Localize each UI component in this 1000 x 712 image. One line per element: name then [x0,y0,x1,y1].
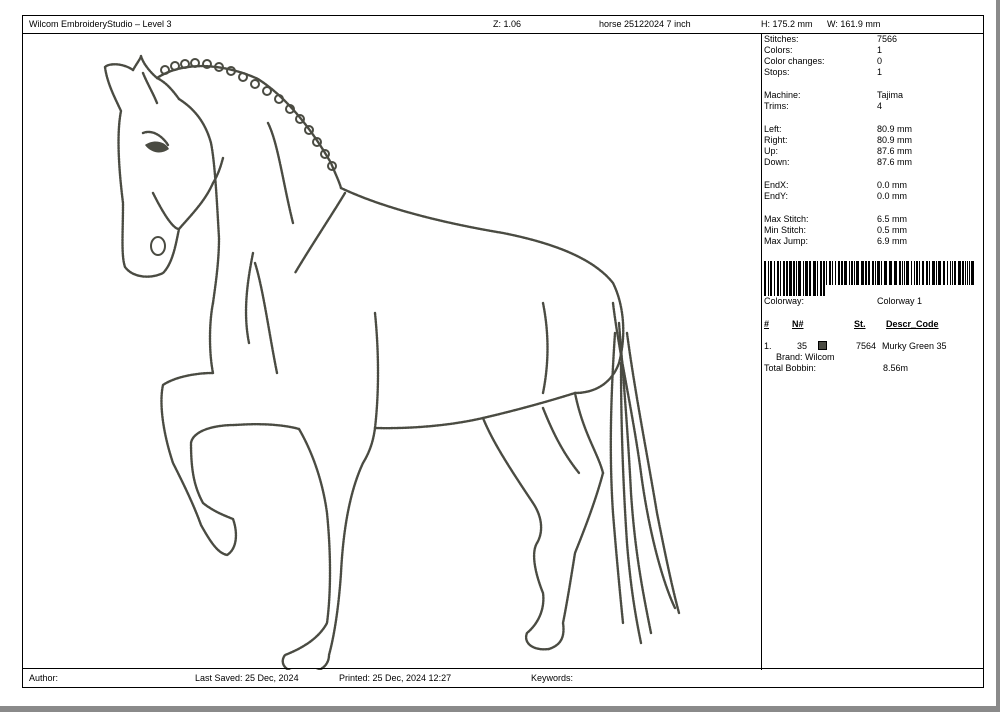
stat-max-stitch: Max Stitch: 6.5 mm [764,214,908,224]
stat-endy: EndY: 0.0 mm [764,191,908,201]
stat-down: Down: 87.6 mm [764,157,913,167]
col-header-description: Descr_Code [886,319,939,329]
stat-stitches: Stitches: 7566 [764,34,898,44]
stat-color-changes: Color changes: 0 [764,56,883,66]
author-field: Author: [29,673,59,683]
design-preview [23,33,761,675]
app-title: Wilcom EmbroideryStudio – Level 3 [29,19,172,29]
stat-trims: Trims: 4 [764,101,883,111]
color-row-number: 35 [797,341,808,351]
printed-field: Printed: 25 Dec, 2024 12:27 [339,673,452,683]
color-row-brand: Brand: Wilcom [776,352,835,362]
barcode-image [764,261,974,296]
print-preview-page: Wilcom EmbroideryStudio – Level 3 Z: 1.0… [0,0,1000,712]
worksheet-footer: Author: Last Saved: 25 Dec, 2024 Printed… [23,668,983,687]
stat-max-jump: Max Jump: 6.9 mm [764,236,908,246]
design-height: H: 175.2 mm [761,19,813,29]
colorway-row: Colorway: Colorway 1 [764,296,923,306]
stat-endx: EndX: 0.0 mm [764,180,908,190]
col-header-index: # [764,319,770,329]
stat-machine: Machine: Tajima [764,90,904,100]
design-name: horse 25122024 7 inch [599,19,691,29]
color-row-description: Murky Green 35 [882,341,947,351]
zoom-level: Z: 1.06 [493,19,522,29]
total-bobbin-row: Total Bobbin: 8.56m [764,363,909,373]
stat-right: Right: 80.9 mm [764,135,913,145]
horse-embroidery-image [103,54,681,675]
panel-divider [761,33,762,670]
worksheet-header: Wilcom EmbroideryStudio – Level 3 Z: 1.0… [23,16,983,34]
worksheet-frame: Wilcom EmbroideryStudio – Level 3 Z: 1.0… [22,15,984,688]
last-saved-field: Last Saved: 25 Dec, 2024 [195,673,299,683]
stat-stops: Stops: 1 [764,67,883,77]
color-row-index: 1. [764,341,772,351]
keywords-field: Keywords: [531,673,574,683]
stat-min-stitch: Min Stitch: 0.5 mm [764,225,908,235]
stat-left: Left: 80.9 mm [764,124,913,134]
col-header-stitches: St. [854,319,866,329]
thread-color-swatch [818,341,827,350]
stat-colors: Colors: 1 [764,45,883,55]
design-width: W: 161.9 mm [827,19,881,29]
stat-up: Up: 87.6 mm [764,146,913,156]
col-header-number: N# [792,319,804,329]
color-row-stitches: 7564 [856,341,877,351]
